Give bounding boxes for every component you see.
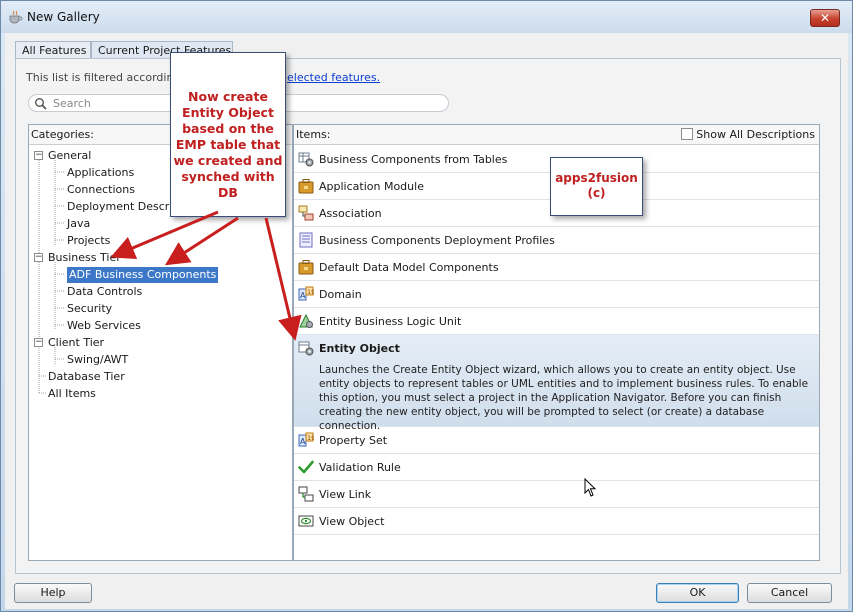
tree-item-adf-business-components[interactable]: ADF Business Components <box>67 267 219 283</box>
item-label: Business Components Deployment Profiles <box>319 234 555 247</box>
item-label: Property Set <box>319 434 388 447</box>
items-header: Items: Show All Descriptions <box>294 125 819 145</box>
credit-callout: apps2fusion (c) <box>550 157 643 216</box>
tab-all-features[interactable]: All Features <box>15 41 91 59</box>
tree-item-general[interactable]: General <box>48 148 91 164</box>
collapse-client-tier-toggle[interactable]: − <box>34 338 43 347</box>
item-label: Association <box>319 207 382 220</box>
briefcase-icon <box>298 260 314 275</box>
tree-item-security[interactable]: Security <box>67 301 112 317</box>
tree-item-connections[interactable]: Connections <box>67 182 135 198</box>
item-label: View Object <box>319 515 385 528</box>
view-object-icon <box>298 515 314 527</box>
svg-text:19: 19 <box>307 288 314 296</box>
checkbox-box[interactable] <box>681 128 694 140</box>
tree-item-swing-awt[interactable]: Swing/AWT <box>67 352 128 368</box>
view-link-icon <box>298 486 314 502</box>
logic-unit-icon <box>299 313 313 328</box>
search-icon <box>35 98 47 110</box>
property-set-icon: A 19 <box>298 432 314 447</box>
tree-item-data-controls[interactable]: Data Controls <box>67 284 142 300</box>
item-label: Validation Rule <box>319 461 401 474</box>
tree-item-applications[interactable]: Applications <box>67 165 134 181</box>
credit-line-2: (c) <box>587 186 606 200</box>
ok-button[interactable]: OK <box>656 583 739 603</box>
item-bc-deployment-profiles[interactable]: Business Components Deployment Profiles <box>294 227 819 254</box>
item-view-object[interactable]: View Object <box>294 508 819 535</box>
show-all-descriptions-checkbox[interactable]: Show All Descriptions <box>681 128 815 141</box>
jdeveloper-cup-icon <box>9 10 23 24</box>
briefcase-icon <box>298 179 314 194</box>
tree-item-client-tier[interactable]: Client Tier <box>48 335 104 351</box>
window-title: New Gallery <box>27 10 100 24</box>
tree-item-business-tier[interactable]: Business Tier <box>48 250 121 266</box>
tree-item-database-tier[interactable]: Database Tier <box>48 369 125 385</box>
svg-text:A: A <box>300 291 306 300</box>
table-gear-icon <box>298 152 314 167</box>
association-icon <box>298 205 314 221</box>
credit-line-1: apps2fusion <box>555 171 638 185</box>
annotation-callout: Now create Entity Object based on the EM… <box>170 52 286 217</box>
new-gallery-dialog: New Gallery ✕ All Features Current Proje… <box>0 0 853 612</box>
item-domain[interactable]: A 19 Domain <box>294 281 819 308</box>
tree-item-all-items[interactable]: All Items <box>48 386 96 402</box>
help-button[interactable]: Help <box>14 583 92 603</box>
tree-item-web-services[interactable]: Web Services <box>67 318 141 334</box>
item-property-set[interactable]: A 19 Property Set <box>294 427 819 454</box>
show-all-descriptions-label: Show All Descriptions <box>696 128 815 141</box>
item-view-link[interactable]: View Link <box>294 481 819 508</box>
tab-panel: This list is filtered according to elect… <box>15 58 841 574</box>
cancel-button[interactable]: Cancel <box>747 583 832 603</box>
entity-object-icon <box>298 341 314 356</box>
svg-text:A: A <box>300 437 306 446</box>
title-bar[interactable]: New Gallery ✕ <box>1 1 852 33</box>
item-entity-business-logic-unit[interactable]: Entity Business Logic Unit <box>294 308 819 335</box>
item-label: Entity Object <box>319 342 400 355</box>
items-header-label: Items: <box>296 128 331 141</box>
deployment-profile-icon <box>299 232 313 248</box>
item-description: Launches the Create Entity Object wizard… <box>319 364 809 432</box>
item-validation-rule[interactable]: Validation Rule <box>294 454 819 481</box>
selected-features-link[interactable]: elected features. <box>287 71 380 84</box>
item-label: Entity Business Logic Unit <box>319 315 462 328</box>
close-button[interactable]: ✕ <box>810 9 840 27</box>
item-default-data-model-components[interactable]: Default Data Model Components <box>294 254 819 281</box>
dialog-body: All Features Current Project Features Th… <box>5 33 848 609</box>
tree-item-projects[interactable]: Projects <box>67 233 110 249</box>
mouse-cursor-icon <box>584 478 597 497</box>
checkmark-icon <box>298 460 314 474</box>
item-label: View Link <box>319 488 372 501</box>
tree-item-java[interactable]: Java <box>67 216 90 232</box>
close-icon: ✕ <box>819 11 831 25</box>
svg-text:19: 19 <box>307 434 314 442</box>
collapse-business-tier-toggle[interactable]: − <box>34 253 43 262</box>
item-entity-object[interactable]: Entity Object Launches the Create Entity… <box>294 335 819 432</box>
item-label: Business Components from Tables <box>319 153 508 166</box>
item-label: Default Data Model Components <box>319 261 499 274</box>
item-label: Application Module <box>319 180 424 193</box>
domain-icon: A 19 <box>298 286 314 301</box>
item-label: Domain <box>319 288 362 301</box>
collapse-general-toggle[interactable]: − <box>34 151 43 160</box>
